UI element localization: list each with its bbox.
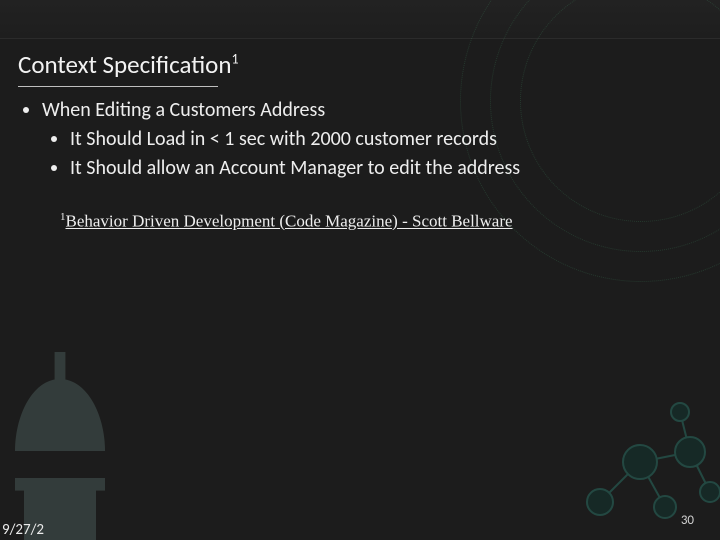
bullet-item: When Editing a Customers Address It Shou… xyxy=(42,97,702,182)
molecule-icon xyxy=(570,392,720,532)
footnote-text: Behavior Driven Development (Code Magazi… xyxy=(66,212,513,231)
bullet-text: It Should allow an Account Manager to ed… xyxy=(70,156,520,180)
bullet-subitem: It Should allow an Account Manager to ed… xyxy=(70,155,702,182)
slide-title: Context Specification1 xyxy=(18,49,702,80)
slide-topbar xyxy=(0,0,720,39)
title-superscript: 1 xyxy=(231,51,238,68)
bullet-text: When Editing a Customers Address xyxy=(42,98,325,122)
capitol-icon xyxy=(0,340,150,540)
bullet-sublist: It Should Load in < 1 sec with 2000 cust… xyxy=(42,126,702,182)
bullet-list: When Editing a Customers Address It Shou… xyxy=(18,97,702,182)
title-underline xyxy=(18,86,218,87)
slide-body: When Editing a Customers Address It Shou… xyxy=(0,97,720,234)
bullet-text: It Should Load in < 1 sec with 2000 cust… xyxy=(70,127,497,151)
slide-date: 9/27/2 xyxy=(2,523,44,538)
page-number: 30 xyxy=(681,513,694,528)
footnote: 1Behavior Driven Development (Code Magaz… xyxy=(60,210,702,234)
title-block: Context Specification1 xyxy=(0,39,720,87)
bullet-subitem: It Should Load in < 1 sec with 2000 cust… xyxy=(70,126,702,153)
title-text: Context Specification xyxy=(18,49,231,80)
slide: Context Specification1 When Editing a Cu… xyxy=(0,0,720,540)
